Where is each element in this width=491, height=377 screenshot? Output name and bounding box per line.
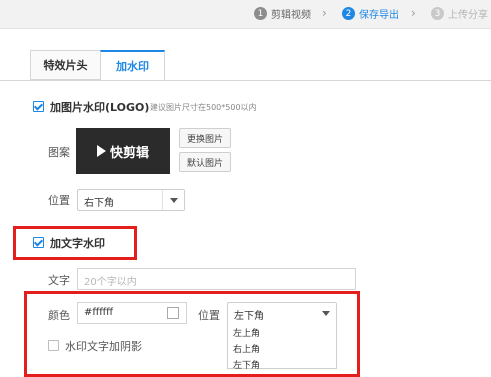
tab-watermark[interactable]: 加水印 xyxy=(100,50,165,81)
tab-divider xyxy=(0,80,491,81)
chevron-right-icon: › xyxy=(411,6,416,20)
tab-intro-effects[interactable]: 特效片头 xyxy=(30,50,101,80)
position-option[interactable]: 左下角 xyxy=(233,358,260,371)
position-option[interactable]: 右上角 xyxy=(233,342,260,355)
color-swatch[interactable] xyxy=(167,307,179,319)
select-divider xyxy=(162,190,163,210)
chevron-right-icon: › xyxy=(322,6,327,20)
step-number: 1 xyxy=(254,7,267,20)
step-number: 3 xyxy=(431,7,444,20)
text-watermark-title: 加文字水印 xyxy=(50,237,105,250)
step-label: 上传分享 xyxy=(448,10,488,21)
text-position-dropdown: 左上角 右上角 左下角 xyxy=(227,321,337,371)
image-position-select[interactable]: 右下角 xyxy=(77,189,185,211)
step-upload-share[interactable]: 3 上传分享 xyxy=(431,6,488,21)
step-label: 保存导出 xyxy=(359,10,399,21)
text-position-label: 位置 xyxy=(198,309,220,322)
play-icon xyxy=(96,145,106,157)
step-save-export[interactable]: 2 保存导出 xyxy=(342,6,399,21)
image-position-label: 位置 xyxy=(48,194,70,207)
text-label: 文字 xyxy=(48,274,70,287)
step-number: 2 xyxy=(342,7,355,20)
image-size-hint: 建议图片尺寸在500*500以内 xyxy=(150,103,257,112)
logo-text: 快剪辑 xyxy=(109,145,149,161)
watermark-text-input[interactable]: 20个字以内 xyxy=(77,268,356,290)
chevron-down-icon xyxy=(322,311,330,316)
text-position-value: 左下角 xyxy=(234,311,264,322)
step-label: 剪辑视频 xyxy=(271,10,311,21)
logo-preview: 快剪辑 xyxy=(76,128,170,174)
image-watermark-checkbox[interactable] xyxy=(33,101,44,112)
text-watermark-checkbox[interactable] xyxy=(33,237,44,248)
chevron-down-icon xyxy=(170,198,178,203)
color-label: 颜色 xyxy=(48,309,70,322)
watermark-text-placeholder: 20个字以内 xyxy=(84,277,137,288)
default-image-button[interactable]: 默认图片 xyxy=(179,152,231,172)
color-value: #ffffff xyxy=(84,307,114,318)
shadow-checkbox[interactable] xyxy=(48,340,59,351)
replace-image-button[interactable]: 更换图片 xyxy=(179,128,231,148)
shadow-label: 水印文字加阴影 xyxy=(65,340,142,353)
position-option[interactable]: 左上角 xyxy=(233,326,260,339)
export-steps-bar: 1 剪辑视频 › 2 保存导出 › 3 上传分享 xyxy=(0,0,491,29)
image-position-value: 右下角 xyxy=(84,198,114,209)
step-edit-video[interactable]: 1 剪辑视频 xyxy=(254,6,311,21)
pattern-label: 图案 xyxy=(48,146,70,159)
image-watermark-title: 加图片水印(LOGO) xyxy=(50,101,150,114)
